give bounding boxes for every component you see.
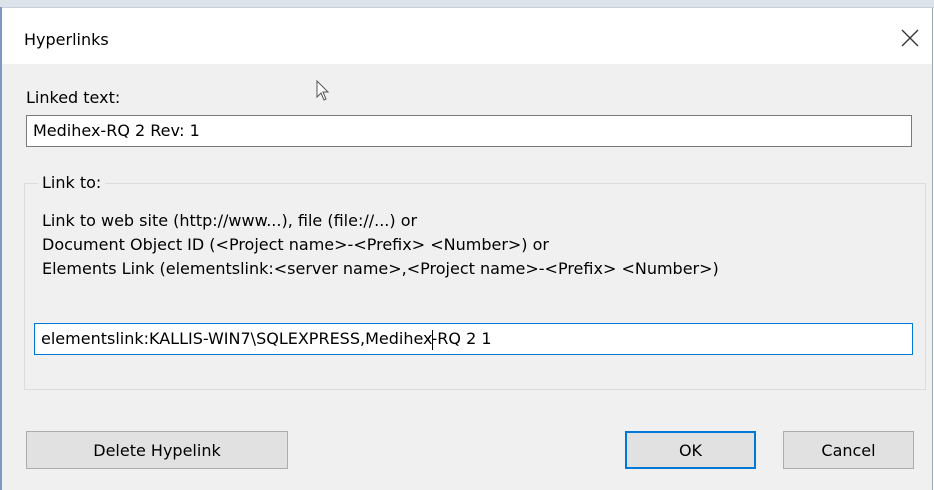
close-icon [901,29,919,47]
ok-button[interactable]: OK [625,431,756,469]
linked-text-input[interactable]: Medihex-RQ 2 Rev: 1 [26,115,912,147]
delete-hyperlink-button[interactable]: Delete Hypelink [26,431,288,469]
hyperlinks-dialog: Hyperlinks Linked text: Medihex-RQ 2 Rev… [2,8,933,490]
dialog-title: Hyperlinks [24,30,109,49]
link-to-hint-line-1: Link to web site (http://www...), file (… [42,211,418,230]
background-window-strip [0,0,934,8]
link-to-hint-line-3: Elements Link (elementslink:<server name… [42,259,719,278]
cancel-button[interactable]: Cancel [783,431,914,469]
link-to-input[interactable]: elementslink:KALLIS-WIN7\SQLEXPRESS,Medi… [34,323,913,355]
link-to-input-text-before-caret: elementslink:KALLIS-WIN7\SQLEXPRESS,Medi… [41,329,433,348]
link-to-input-text-after-caret: -RQ 2 1 [431,329,492,348]
linked-text-label: Linked text: [26,88,121,107]
link-to-group-label: Link to: [38,173,106,192]
title-bar: Hyperlinks [2,8,932,64]
mouse-pointer-icon [316,80,330,101]
link-to-hint-line-2: Document Object ID (<Project name>-<Pref… [42,235,549,254]
close-button[interactable] [888,18,932,58]
